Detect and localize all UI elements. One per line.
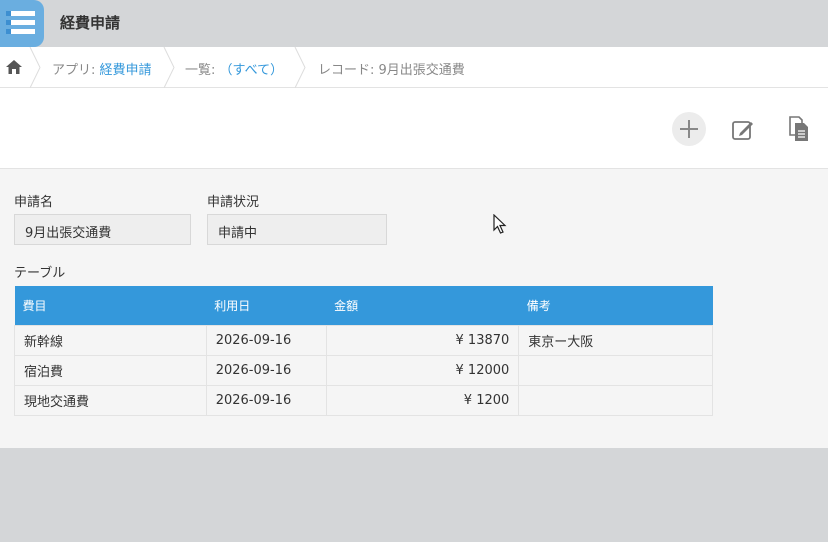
cell-amount: ¥ 1200 — [325, 384, 520, 416]
table-header-date: 利用日 — [206, 286, 327, 325]
record-detail: 申請名 9月出張交通費 申請状況 申請中 テーブル 費目 利用日 金額 備考 新… — [0, 169, 828, 448]
breadcrumb-record: レコード: 9月出張交通費 — [318, 63, 465, 78]
cell-date: 2026-09-16 — [205, 354, 327, 386]
cell-category: 宿泊費 — [14, 354, 207, 386]
add-record-button[interactable] — [672, 112, 706, 146]
breadcrumb-list: 一覧: （すべて） — [185, 63, 284, 78]
list-icon[interactable] — [0, 0, 44, 47]
cell-note: 東京ー大阪 — [518, 324, 713, 356]
cell-date: 2026-09-16 — [205, 384, 327, 416]
breadcrumb: アプリ: 経費申請 一覧: （すべて） レコード: 9月出張交通費 — [0, 47, 828, 88]
table-header-note: 備考 — [518, 286, 713, 325]
breadcrumb-app: アプリ: 経費申請 — [52, 63, 152, 78]
mouse-cursor-icon — [493, 214, 507, 234]
home-icon[interactable] — [6, 60, 22, 74]
cell-date: 2026-09-16 — [205, 324, 327, 356]
breadcrumb-separator — [29, 47, 41, 88]
cell-amount: ¥ 13870 — [325, 324, 520, 356]
app-title: 経費申請 — [60, 14, 121, 32]
field-value-name: 9月出張交通費 — [14, 214, 191, 245]
cell-amount: ¥ 12000 — [325, 354, 520, 386]
copy-document-icon — [789, 116, 808, 141]
table-row: 宿泊費 2026-09-16 ¥ 12000 — [14, 354, 713, 386]
cell-category: 新幹線 — [14, 324, 207, 356]
field-value-status: 申請中 — [207, 214, 387, 245]
app-header: 経費申請 — [0, 0, 828, 47]
plus-icon — [680, 120, 698, 138]
field-label-name: 申請名 — [14, 195, 54, 210]
breadcrumb-separator — [294, 47, 306, 88]
table-header-row: 費目 利用日 金額 備考 — [14, 286, 713, 325]
cell-note — [518, 384, 713, 416]
expense-table: 費目 利用日 金額 備考 新幹線 2026-09-16 ¥ 13870 東京ー大… — [14, 286, 713, 416]
cell-category: 現地交通費 — [14, 384, 207, 416]
table-header-amount: 金額 — [326, 286, 519, 325]
breadcrumb-separator — [163, 47, 175, 88]
edit-record-button[interactable] — [726, 112, 760, 146]
breadcrumb-list-link[interactable]: （すべて） — [220, 63, 284, 78]
edit-icon — [732, 121, 753, 140]
field-label-status: 申請状況 — [207, 195, 260, 210]
breadcrumb-app-link[interactable]: 経費申請 — [100, 63, 152, 78]
table-label: テーブル — [14, 266, 66, 281]
record-toolbar — [0, 88, 828, 169]
copy-record-button[interactable] — [783, 112, 817, 146]
table-row: 新幹線 2026-09-16 ¥ 13870 東京ー大阪 — [14, 324, 713, 356]
table-header-category: 費目 — [14, 286, 207, 325]
cell-note — [518, 354, 713, 386]
table-row: 現地交通費 2026-09-16 ¥ 1200 — [14, 384, 713, 416]
